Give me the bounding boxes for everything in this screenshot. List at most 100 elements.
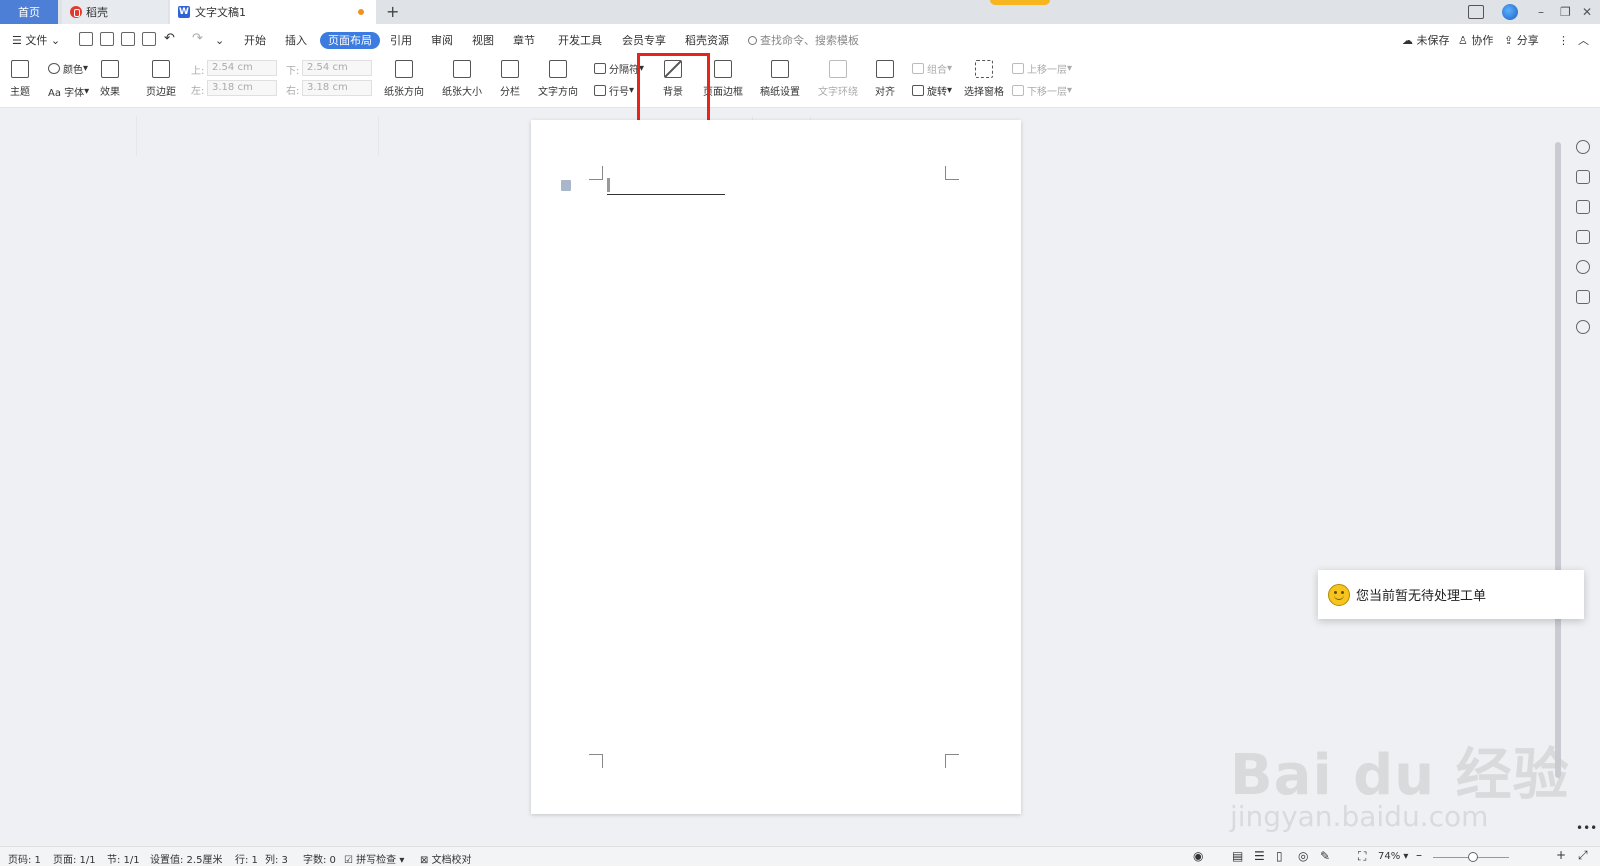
zoom-out-button[interactable]: – (1416, 848, 1422, 862)
write-view-icon[interactable]: ✎ (1320, 849, 1330, 863)
print-icon[interactable] (121, 32, 135, 46)
menu-developer[interactable]: 开发工具 (558, 32, 602, 49)
menu-page-layout[interactable]: 页面布局 (320, 32, 380, 49)
text-direction-button[interactable]: 文字方向 (538, 60, 578, 98)
doc-proof-button[interactable]: ⊠ 文档校对 (420, 851, 472, 866)
zoom-slider-handle[interactable] (1468, 852, 1478, 862)
share-button[interactable]: ⇪ 分享 (1504, 32, 1539, 49)
top-margin-input[interactable]: 2.54 cm (207, 60, 277, 76)
layout-switch-icon[interactable] (1468, 5, 1484, 19)
status-column[interactable]: 列: 3 (265, 851, 288, 866)
menu-chapter[interactable]: 章节 (513, 32, 535, 49)
menu-start[interactable]: 开始 (244, 32, 266, 49)
columns-button[interactable]: 分栏 (500, 60, 520, 98)
status-word-count[interactable]: 字数: 0 (303, 851, 336, 866)
color-button[interactable]: 颜色 ▾ (48, 61, 88, 76)
status-section[interactable]: 节: 1/1 (107, 851, 140, 866)
menu-view[interactable]: 视图 (472, 32, 494, 49)
tab-document[interactable]: W 文字文稿1 (170, 0, 376, 24)
rotate-icon (912, 85, 924, 96)
outline-view-icon[interactable]: ☰ (1254, 849, 1265, 863)
ticket-notification[interactable]: 您当前暂无待处理工单 (1318, 570, 1584, 619)
margin-corner-top-left (589, 166, 603, 180)
status-page-number[interactable]: 页码: 1 (8, 851, 41, 866)
effect-button[interactable]: 效果 (100, 60, 120, 98)
tab-daoke[interactable]: 稻壳 (62, 0, 168, 24)
restore-button[interactable]: ❐ (1560, 4, 1571, 20)
collab-button[interactable]: ♙ 协作 (1458, 32, 1493, 49)
fit-page-icon[interactable]: ⛶ (1358, 849, 1366, 864)
scrollbar-thumb[interactable] (1555, 142, 1561, 778)
sidebar-more-icon[interactable]: ••• (1576, 822, 1597, 837)
right-margin-input[interactable]: 3.18 cm (302, 80, 372, 96)
close-button[interactable]: ✕ (1582, 4, 1592, 20)
sidebar-settings-icon[interactable] (1576, 230, 1590, 244)
avatar[interactable] (1502, 4, 1518, 20)
sidebar-location-icon[interactable] (1576, 320, 1590, 334)
line-number-label: 行号 (609, 87, 629, 98)
zoom-level[interactable]: 74% ▾ (1378, 851, 1408, 862)
sidebar-help-icon[interactable] (1576, 260, 1590, 274)
print-preview-icon[interactable] (142, 32, 156, 46)
menu-file[interactable]: ☰ 文件 ⌄ (12, 32, 60, 49)
save-icon[interactable] (79, 32, 93, 46)
theme-button[interactable]: 主题 (10, 60, 30, 98)
effect-label: 效果 (100, 87, 120, 98)
sidebar-image-icon[interactable] (1576, 290, 1590, 304)
manuscript-button[interactable]: 稿纸设置 (760, 60, 800, 98)
spell-check-button[interactable]: ☑ 拼写检查 ▾ (344, 851, 404, 866)
zoom-in-button[interactable]: + (1556, 848, 1566, 862)
new-tab-button[interactable]: + (386, 2, 399, 22)
paragraph-handle-icon[interactable] (561, 180, 571, 191)
status-pages[interactable]: 页面: 1/1 (53, 851, 96, 866)
right-margin-label: 右: (286, 86, 300, 97)
align-button[interactable]: 对齐 (875, 60, 895, 98)
menu-daoke-resources[interactable]: 稻壳资源 (685, 32, 729, 49)
bring-forward-button[interactable]: 上移一层 ▾ (1012, 61, 1072, 76)
text-wrap-button[interactable]: 文字环绕 (818, 60, 858, 98)
manuscript-label: 稿纸设置 (760, 87, 800, 98)
page-view-icon[interactable]: ▤ (1232, 849, 1243, 863)
group-button[interactable]: 组合 ▾ (912, 61, 952, 76)
font-label: Aa 字体 (48, 88, 85, 99)
more-menu-icon[interactable]: ⋮ (1558, 32, 1569, 49)
tab-doc-label: 文字文稿1 (195, 6, 246, 19)
sidebar-pen-icon[interactable] (1576, 170, 1590, 184)
sidebar-style-icon[interactable] (1576, 140, 1590, 154)
menu-references[interactable]: 引用 (390, 32, 412, 49)
status-row[interactable]: 行: 1 (235, 851, 258, 866)
paper-size-button[interactable]: 纸张大小 (442, 60, 482, 98)
font-button[interactable]: Aa 字体 ▾ (48, 84, 89, 99)
reading-view-icon[interactable]: ▯ (1276, 849, 1283, 863)
document-page[interactable] (531, 120, 1021, 814)
promo-banner[interactable] (990, 0, 1050, 5)
margin-button[interactable]: 页边距 (146, 60, 176, 98)
tab-home[interactable]: 首页 (0, 0, 58, 24)
menu-review[interactable]: 审阅 (431, 32, 453, 49)
eye-protection-icon[interactable]: ◉ (1193, 849, 1203, 863)
menu-member[interactable]: 会员专享 (622, 32, 666, 49)
bottom-margin-input[interactable]: 2.54 cm (302, 60, 372, 76)
web-view-icon[interactable]: ◎ (1298, 849, 1308, 863)
text-caret (607, 178, 610, 192)
redo-icon[interactable]: ↷ (192, 30, 203, 47)
undo-icon[interactable]: ↶ (164, 30, 175, 47)
line-number-button[interactable]: 行号 ▾ (594, 83, 634, 98)
status-setting[interactable]: 设置值: 2.5厘米 (150, 851, 222, 866)
menu-insert[interactable]: 插入 (285, 32, 307, 49)
left-margin-input[interactable]: 3.18 cm (207, 80, 277, 96)
collapse-ribbon-icon[interactable]: ︿ (1578, 32, 1589, 49)
orientation-button[interactable]: 纸张方向 (384, 60, 424, 98)
export-pdf-icon[interactable] (100, 32, 114, 46)
sidebar-select-icon[interactable] (1576, 200, 1590, 214)
selection-pane-button[interactable]: 选择窗格 (964, 60, 1004, 98)
unsaved-button[interactable]: ☁ 未保存 (1402, 32, 1450, 49)
quick-access-more-icon[interactable]: ⌄ (215, 32, 224, 49)
fullscreen-icon[interactable]: ⤢ (1578, 848, 1588, 863)
rotate-button[interactable]: 旋转 ▾ (912, 83, 952, 98)
command-search[interactable]: 查找命令、搜索模板 (748, 32, 859, 49)
send-backward-button[interactable]: 下移一层 ▾ (1012, 83, 1072, 98)
margin-label: 页边距 (146, 87, 176, 98)
minimize-button[interactable]: – (1538, 4, 1544, 20)
line-number-icon (594, 85, 606, 96)
